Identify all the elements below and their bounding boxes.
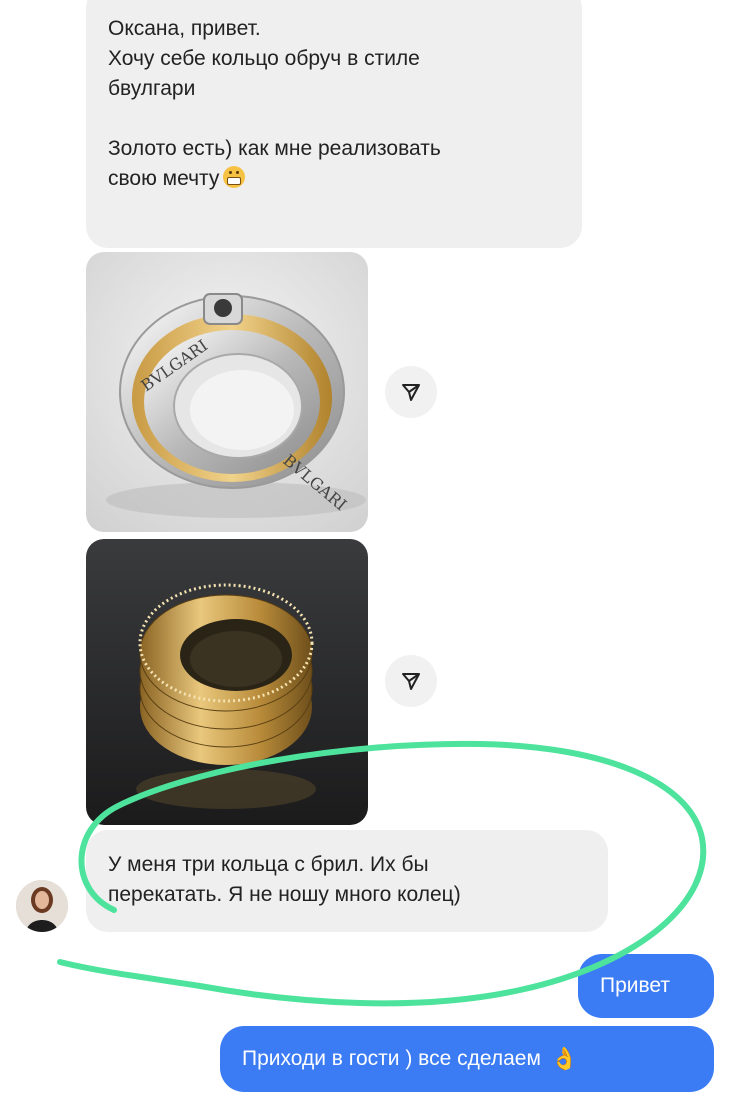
message-line-blank: [108, 104, 560, 134]
message-line: Хочу себе кольцо обруч в стиле: [108, 47, 420, 70]
shared-photo-ring-silver[interactable]: BVLGARI BVLGARI: [86, 252, 368, 532]
share-photo-button[interactable]: [385, 655, 437, 707]
message-line: свою мечту: [108, 167, 220, 190]
shared-photo-ring-gold[interactable]: [86, 539, 368, 825]
incoming-message-bubble[interactable]: Оксана, привет. Хочу себе кольцо обруч в…: [86, 0, 582, 248]
paper-plane-icon: [402, 673, 420, 690]
ring-photo-image: BVLGARI BVLGARI: [86, 252, 368, 532]
sender-avatar[interactable]: [16, 880, 68, 932]
ok-hand-emoji-icon: 👌: [550, 1046, 579, 1071]
paper-plane-icon: [402, 384, 420, 401]
message-line: Оксана, привет.: [108, 17, 261, 40]
message-line: У меня три кольца с брил. Их бы: [108, 853, 429, 876]
message-line-last: свою мечту: [108, 164, 560, 194]
outgoing-message-bubble[interactable]: Привет: [578, 954, 714, 1018]
message-text: Приходи в гости ) все сделаем: [242, 1047, 541, 1070]
message-line: Золото есть) как мне реализовать: [108, 137, 441, 160]
message-line: бвулгари: [108, 77, 196, 100]
ring-photo-image: [86, 539, 368, 825]
outgoing-message-bubble[interactable]: Приходи в гости ) все сделаем 👌: [220, 1026, 714, 1092]
message-text: Привет: [600, 974, 671, 997]
incoming-message-bubble[interactable]: У меня три кольца с брил. Их бы переката…: [86, 830, 608, 932]
share-photo-button[interactable]: [385, 366, 437, 418]
avatar-image: [16, 880, 68, 932]
grimacing-emoji-icon: [223, 166, 246, 188]
message-line: перекатать. Я не ношу много колец): [108, 883, 461, 906]
